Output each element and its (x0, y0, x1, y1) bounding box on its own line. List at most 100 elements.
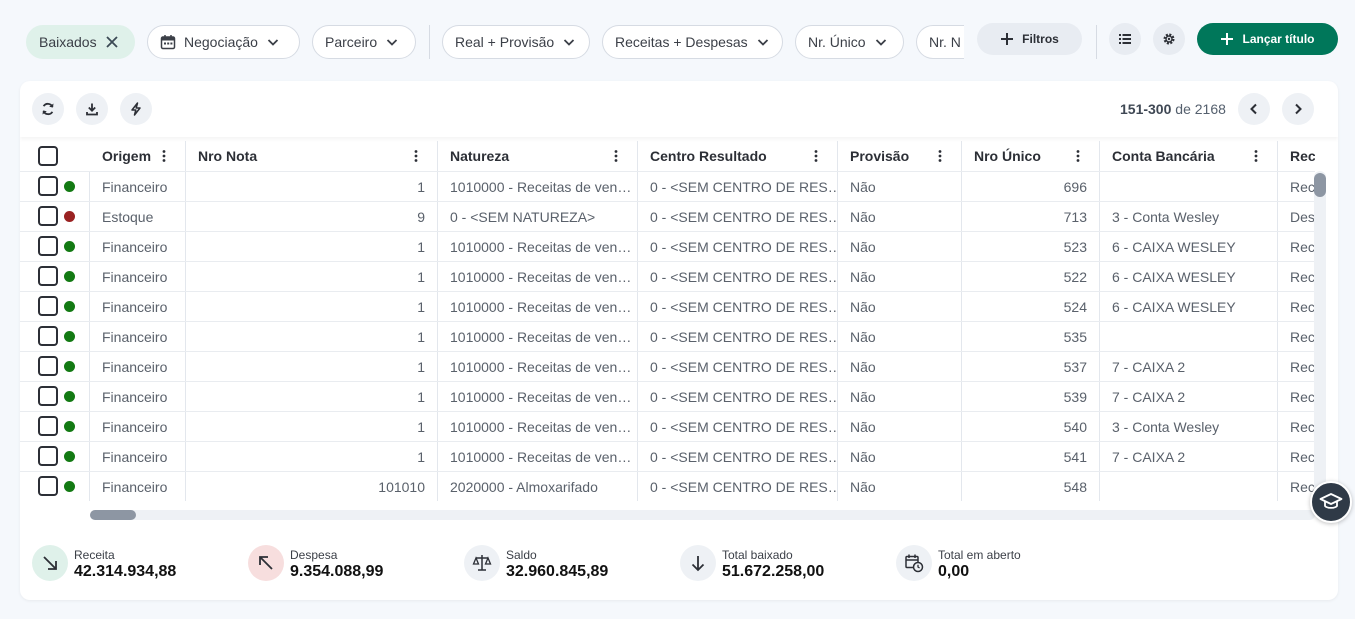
row-checkbox[interactable] (38, 296, 58, 316)
select-all-checkbox[interactable] (38, 146, 58, 166)
row-checkbox[interactable] (38, 416, 58, 436)
filter-chip-parceiro[interactable]: Parceiro (312, 25, 416, 59)
filter-chip-baixados[interactable]: Baixados (26, 25, 135, 59)
row-checkbox[interactable] (38, 326, 58, 346)
row-checkbox[interactable] (38, 356, 58, 376)
row-select-cell (20, 172, 90, 201)
cell-unico: 541 (962, 442, 1100, 471)
scrollbar-thumb[interactable] (1314, 173, 1326, 197)
cell-natureza: 1010000 - Receitas de ven… (438, 352, 638, 381)
row-checkbox[interactable] (38, 386, 58, 406)
column-header[interactable]: Origem (90, 141, 186, 171)
cell-unico: 713 (962, 202, 1100, 231)
cell-provisao: Não (838, 202, 962, 231)
column-header[interactable]: Nro Nota (186, 141, 438, 171)
row-checkbox[interactable] (38, 476, 58, 496)
scrollbar-thumb[interactable] (90, 510, 136, 520)
column-header[interactable]: Conta Bancária (1100, 141, 1278, 171)
kebab-menu-icon[interactable] (409, 149, 423, 163)
row-checkbox[interactable] (38, 236, 58, 256)
filter-chip-nr-nota[interactable]: Nr. N (916, 25, 964, 59)
launch-title-button[interactable]: Lançar título (1197, 23, 1338, 55)
kebab-menu-icon[interactable] (609, 149, 623, 163)
table-row[interactable]: Financeiro 1 1010000 - Receitas de ven… 0 -… (20, 291, 1315, 321)
filters-button-label: Filtros (1022, 32, 1059, 46)
launch-title-label: Lançar título (1242, 32, 1315, 46)
cell-natureza: 1010000 - Receitas de ven… (438, 232, 638, 261)
chevron-down-icon (757, 39, 768, 46)
filter-chip-receitas-despesas[interactable]: Receitas + Despesas (602, 25, 783, 59)
refresh-button[interactable] (32, 93, 64, 125)
filter-chip-real-provisao[interactable]: Real + Provisão (442, 25, 590, 59)
table-row[interactable]: Estoque 9 0 - <SEM NATUREZA> 0 - <SEM CENTR… (20, 201, 1315, 231)
column-header[interactable]: Provisão (838, 141, 962, 171)
cell-unico: 537 (962, 352, 1100, 381)
table-row[interactable]: Financeiro 1 1010000 - Receitas de ven… 0 -… (20, 441, 1315, 471)
column-header[interactable]: Centro Resultado (638, 141, 838, 171)
table-row[interactable]: Financeiro 1 1010000 - Receitas de ven… 0 -… (20, 231, 1315, 261)
status-dot (64, 391, 75, 402)
row-checkbox[interactable] (38, 206, 58, 226)
cell-nota: 1 (186, 352, 438, 381)
row-checkbox[interactable] (38, 446, 58, 466)
cell-conta: 7 - CAIXA 2 (1100, 382, 1278, 411)
table-row[interactable]: Financeiro 1 1010000 - Receitas de ven… 0 -… (20, 261, 1315, 291)
gear-icon (1163, 33, 1175, 45)
table-row[interactable]: Financeiro 1 1010000 - Receitas de ven… 0 -… (20, 411, 1315, 441)
cell-centro: 0 - <SEM CENTRO DE RES… (638, 262, 838, 291)
cell-unico: 535 (962, 322, 1100, 351)
download-button[interactable] (76, 93, 108, 125)
filter-chip-negociacao[interactable]: Negociação (147, 25, 300, 59)
table-row[interactable]: Financeiro 1 1010000 - Receitas de ven… 0 -… (20, 381, 1315, 411)
cell-nota: 1 (186, 322, 438, 351)
total-value: 42.314.934,88 (74, 563, 177, 580)
cell-provisao: Não (838, 472, 962, 501)
filters-button[interactable]: Filtros (977, 23, 1082, 55)
calendar-icon (160, 35, 176, 50)
close-icon[interactable] (105, 35, 119, 49)
kebab-menu-icon[interactable] (157, 149, 171, 163)
row-checkbox[interactable] (38, 176, 58, 196)
status-dot (64, 211, 75, 222)
cell-conta: 3 - Conta Wesley (1100, 412, 1278, 441)
help-button[interactable] (1310, 481, 1352, 523)
cell-origem: Estoque (90, 202, 186, 231)
chevron-down-icon (267, 39, 279, 46)
download-icon (86, 103, 98, 116)
row-checkbox[interactable] (38, 266, 58, 286)
chevron-right-icon (1295, 103, 1302, 115)
total-value: 32.960.845,89 (506, 563, 609, 580)
total-value: 0,00 (938, 563, 970, 580)
pagination-range: 151-300 (1120, 101, 1172, 117)
cell-natureza: 1010000 - Receitas de ven… (438, 322, 638, 351)
horizontal-scrollbar[interactable] (90, 510, 1315, 520)
divider (429, 25, 430, 59)
kebab-menu-icon[interactable] (1249, 149, 1263, 163)
kebab-menu-icon[interactable] (933, 149, 947, 163)
total-item: Receita 42.314.934,88 (32, 533, 232, 600)
column-header[interactable]: Recei (1278, 141, 1315, 171)
row-select-cell (20, 322, 90, 351)
quick-actions-button[interactable] (120, 93, 152, 125)
filter-chip-nr-unico[interactable]: Nr. Único (795, 25, 904, 59)
table-row[interactable]: Financeiro 1 1010000 - Receitas de ven… 0 -… (20, 171, 1315, 201)
total-label: Receita (74, 548, 115, 562)
table-row[interactable]: Financeiro 101010 2020000 - Almoxarifado 0 … (20, 471, 1315, 501)
divider (1096, 25, 1097, 59)
pagination-total: 2168 (1194, 101, 1226, 117)
table-row[interactable]: Financeiro 1 1010000 - Receitas de ven… 0 -… (20, 321, 1315, 351)
column-header[interactable]: Nro Único (962, 141, 1100, 171)
next-page-button[interactable] (1282, 93, 1314, 125)
table-row[interactable]: Financeiro 1 1010000 - Receitas de ven… 0 -… (20, 351, 1315, 381)
list-view-button[interactable] (1109, 23, 1141, 55)
select-all-cell (20, 141, 90, 171)
calendar-clock-icon (896, 545, 932, 581)
previous-page-button[interactable] (1238, 93, 1270, 125)
kebab-menu-icon[interactable] (1071, 149, 1085, 163)
cell-natureza: 1010000 - Receitas de ven… (438, 442, 638, 471)
vertical-scrollbar[interactable] (1314, 171, 1326, 511)
cell-centro: 0 - <SEM CENTRO DE RES… (638, 382, 838, 411)
column-header[interactable]: Natureza (438, 141, 638, 171)
kebab-menu-icon[interactable] (809, 149, 823, 163)
settings-button[interactable] (1153, 23, 1185, 55)
